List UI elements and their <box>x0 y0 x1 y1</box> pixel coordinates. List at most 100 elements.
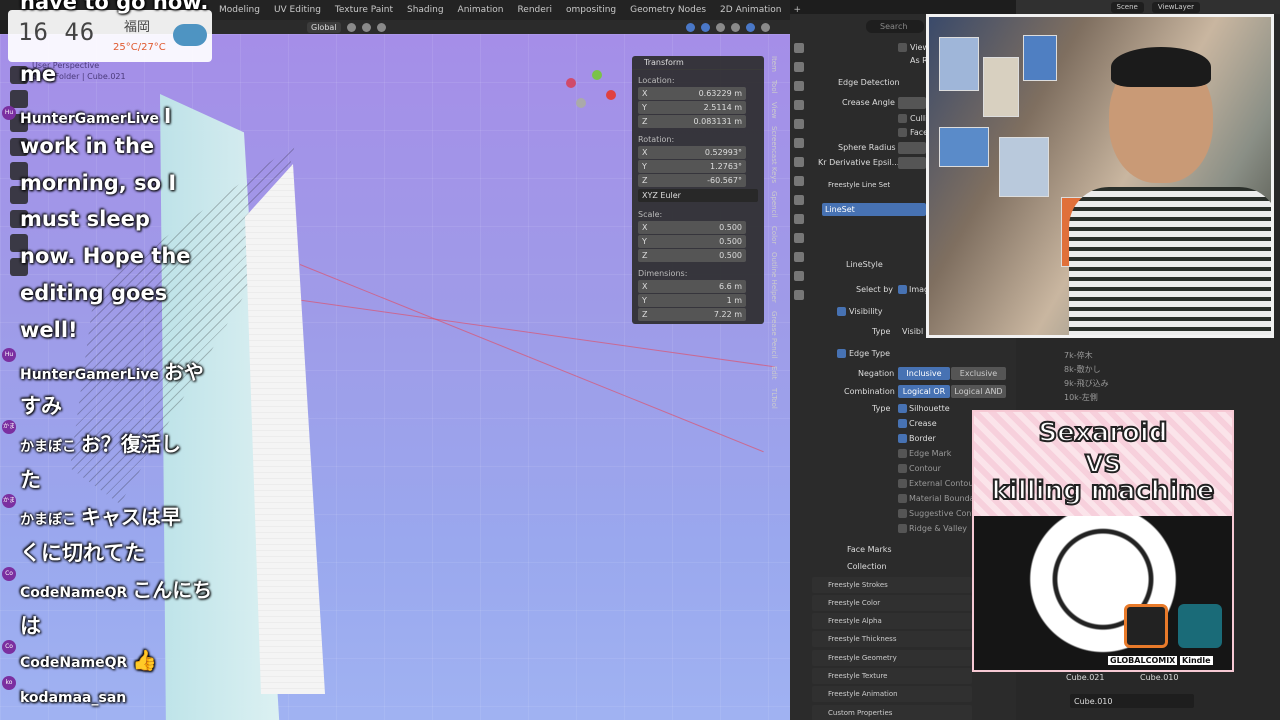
select-tool-icon[interactable] <box>10 66 28 84</box>
overlay-toggle-icon[interactable] <box>701 22 710 32</box>
snap-icon[interactable] <box>361 22 371 32</box>
tab-2d-animation[interactable]: 2D Animation <box>713 0 788 20</box>
crease-angle-field[interactable] <box>898 97 926 109</box>
object-props-icon[interactable] <box>794 176 804 186</box>
freestyle-thickness-panel[interactable]: Freestyle Thickness <box>812 631 972 647</box>
particles-props-icon[interactable] <box>794 214 804 224</box>
material-boundary-checkbox[interactable] <box>898 494 907 503</box>
face-marks-header[interactable]: Face Marks <box>847 545 892 554</box>
output-props-icon[interactable] <box>794 81 804 91</box>
silhouette-checkbox[interactable] <box>898 404 907 413</box>
orientation-select[interactable]: Global <box>307 21 341 33</box>
side-tab-tltool[interactable]: TLTool <box>770 388 778 409</box>
view-layer-selector[interactable]: ViewLayer <box>1151 1 1200 13</box>
tool-props-icon[interactable] <box>794 43 804 53</box>
freestyle-geometry-panel[interactable]: Freestyle Geometry <box>812 650 972 666</box>
location-z-field[interactable]: Z 0.083131 m <box>638 115 746 128</box>
annotate-tool-icon[interactable] <box>10 210 28 228</box>
location-x-field[interactable]: X 0.63229 m <box>638 87 746 100</box>
kr-derivative-field[interactable] <box>898 157 926 169</box>
outliner-item-8k[interactable]: 8k-敷かし <box>1064 364 1101 375</box>
side-tab-screencast-keys[interactable]: Screencast Keys <box>770 126 778 183</box>
freestyle-lineset-header[interactable]: Freestyle Line Set <box>828 181 890 189</box>
freestyle-animation-panel[interactable]: Freestyle Animation <box>812 686 972 702</box>
scene-selector[interactable]: Scene <box>1110 1 1144 13</box>
negation-inclusive-button[interactable]: Inclusive <box>898 367 950 380</box>
wireframe-shading-icon[interactable] <box>716 22 725 32</box>
contour-checkbox[interactable] <box>898 464 907 473</box>
move-tool-icon[interactable] <box>10 114 28 132</box>
solid-shading-icon[interactable] <box>731 22 740 32</box>
rendered-shading-icon[interactable] <box>761 22 770 32</box>
edge-type-checkbox[interactable] <box>837 349 846 358</box>
visibility-checkbox[interactable] <box>837 307 846 316</box>
cursor-tool-icon[interactable] <box>10 90 28 108</box>
face-smoothness-checkbox[interactable] <box>898 128 907 137</box>
proportional-edit-icon[interactable] <box>376 22 386 32</box>
constraints-props-icon[interactable] <box>794 252 804 262</box>
tab-animation[interactable]: Animation <box>451 0 511 20</box>
scale-tool-icon[interactable] <box>10 162 28 180</box>
location-y-field[interactable]: Y 2.5114 m <box>638 101 746 114</box>
navigation-gizmo[interactable] <box>562 68 618 108</box>
material-props-icon[interactable] <box>794 290 804 300</box>
tab-compositing[interactable]: ompositing <box>559 0 623 20</box>
rotation-x-field[interactable]: X 0.52993° <box>638 146 746 159</box>
custom-properties-panel[interactable]: Custom Properties <box>812 705 972 720</box>
tab-geometry-nodes[interactable]: Geometry Nodes <box>623 0 713 20</box>
world-props-icon[interactable] <box>794 138 804 148</box>
tab-texture-paint[interactable]: Texture Paint <box>328 0 400 20</box>
crease-checkbox[interactable] <box>898 419 907 428</box>
rotate-tool-icon[interactable] <box>10 138 28 156</box>
rotation-y-field[interactable]: Y 1.2763° <box>638 160 746 173</box>
add-cube-tool-icon[interactable] <box>10 258 28 276</box>
linestyle-label[interactable]: LineStyle <box>846 260 883 269</box>
visibility-type-value[interactable]: Visibl <box>902 327 923 336</box>
outliner-cube-021[interactable]: Cube.021 <box>1066 673 1104 682</box>
sphere-radius-field[interactable] <box>898 142 926 154</box>
lineset-list-item[interactable]: LineSet <box>822 203 926 216</box>
properties-search-input[interactable]: Search <box>866 20 924 33</box>
scene-props-icon[interactable] <box>794 119 804 129</box>
tab-modeling[interactable]: Modeling <box>212 0 267 20</box>
scale-y-field[interactable]: Y 0.500 <box>638 235 746 248</box>
side-tab-view[interactable]: View <box>770 102 778 119</box>
edge-mark-checkbox[interactable] <box>898 449 907 458</box>
measure-tool-icon[interactable] <box>10 234 28 252</box>
select-by-image-checkbox[interactable] <box>898 285 907 294</box>
outliner-cube-010[interactable]: Cube.010 <box>1140 673 1178 682</box>
freestyle-texture-panel[interactable]: Freestyle Texture <box>812 668 972 684</box>
rotation-z-field[interactable]: Z -60.567° <box>638 174 746 187</box>
view-checkbox[interactable] <box>898 43 907 52</box>
transform-tool-icon[interactable] <box>10 186 28 204</box>
side-tab-color[interactable]: Color <box>770 226 778 244</box>
render-props-icon[interactable] <box>794 62 804 72</box>
modifier-props-icon[interactable] <box>794 195 804 205</box>
dimension-z-field[interactable]: Z 7.22 m <box>638 308 746 321</box>
combination-or-button[interactable]: Logical OR <box>898 385 950 398</box>
tab-shading[interactable]: Shading <box>400 0 451 20</box>
suggestive-contour-checkbox[interactable] <box>898 509 907 518</box>
physics-props-icon[interactable] <box>794 233 804 243</box>
external-contour-checkbox[interactable] <box>898 479 907 488</box>
border-checkbox[interactable] <box>898 434 907 443</box>
combination-and-button[interactable]: Logical AND <box>951 385 1006 398</box>
freestyle-alpha-panel[interactable]: Freestyle Alpha <box>812 613 972 629</box>
side-tab-item[interactable]: Item <box>770 56 778 72</box>
transform-panel-title[interactable]: Transform <box>632 56 764 70</box>
scale-x-field[interactable]: X 0.500 <box>638 221 746 234</box>
side-tab-outline-helper[interactable]: Outline Helper <box>770 252 778 303</box>
outliner-item-9k[interactable]: 9k-飛び込み <box>1064 378 1109 389</box>
material-shading-icon[interactable] <box>746 22 755 32</box>
side-tab-grease-pencil[interactable]: Grease Pencil <box>770 311 778 358</box>
negation-exclusive-button[interactable]: Exclusive <box>951 367 1006 380</box>
collection-props-icon[interactable] <box>794 157 804 167</box>
data-props-icon[interactable] <box>794 271 804 281</box>
culling-checkbox[interactable] <box>898 114 907 123</box>
outliner-item-10k[interactable]: 10k-左側 <box>1064 392 1098 403</box>
rotation-mode-select[interactable]: XYZ Euler <box>638 189 758 202</box>
scale-z-field[interactable]: Z 0.500 <box>638 249 746 262</box>
gizmo-toggle-icon[interactable] <box>686 22 695 32</box>
side-tab-edit[interactable]: Edit <box>770 366 778 380</box>
tab-rendering[interactable]: Renderi <box>510 0 559 20</box>
